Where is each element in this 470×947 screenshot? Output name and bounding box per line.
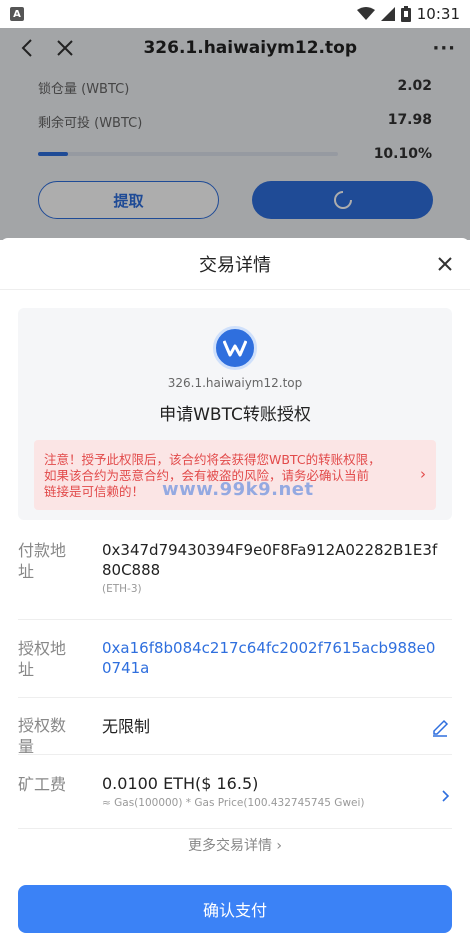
request-title: 申请WBTC转账授权	[159, 405, 311, 425]
edit-icon[interactable]	[430, 717, 450, 737]
more-details-link[interactable]: 更多交易详情 ›	[0, 835, 470, 855]
auth-address-label: 授权地址	[18, 639, 67, 679]
auth-amount-row: 授权数量 无限制	[18, 715, 452, 756]
transaction-sheet: 交易详情 326.1.haiwaiym12.top 申请WBTC转账授权 注意！…	[0, 238, 470, 947]
confirm-pay-button[interactable]: 确认支付	[18, 885, 452, 933]
fee-amount: 0.0100 ETH($ 16.5)	[102, 774, 259, 793]
signal-icon	[380, 7, 395, 21]
chevron-right-icon	[442, 790, 450, 802]
close-icon	[438, 257, 452, 271]
watermark-text: www.99k9.net	[162, 479, 314, 500]
payer-row: 付款地址 0x347d79430394F9e0F8Fa912A02282B1E3…	[18, 540, 452, 620]
warning-line: 注意！授予此权限后，该合约将会获得您WBTC的转账权限，	[44, 452, 381, 467]
chevron-right-icon: ›	[420, 465, 426, 483]
payer-network: (ETH-3)	[102, 583, 142, 595]
fee-row[interactable]: 矿工费 0.0100 ETH($ 16.5) ≈ Gas(100000) * G…	[18, 774, 452, 829]
modal-overlay[interactable]	[0, 28, 470, 240]
payer-value: 0x347d79430394F9e0F8Fa912A02282B1E3f80C8…	[102, 540, 438, 596]
status-bar: A 10:31	[0, 0, 470, 28]
sheet-close-button[interactable]	[432, 251, 458, 277]
dapp-logo-icon	[213, 326, 257, 370]
fee-label: 矿工费	[18, 775, 67, 794]
clock: 10:31	[416, 5, 460, 23]
payer-label: 付款地址	[18, 541, 67, 581]
payer-address: 0x347d79430394F9e0F8Fa912A02282B1E3f80C8…	[102, 541, 438, 579]
dapp-domain: 326.1.haiwaiym12.top	[167, 376, 303, 390]
auth-amount-value: 无限制	[102, 717, 151, 736]
auth-address-row: 授权地址 0xa16f8b084c217c64fc2002f7615acb988…	[18, 638, 452, 698]
fee-value: 0.0100 ETH($ 16.5) ≈ Gas(100000) * Gas P…	[102, 774, 438, 810]
battery-icon	[400, 6, 411, 22]
app-notification-icon: A	[10, 7, 24, 21]
auth-amount-label: 授权数量	[18, 716, 67, 756]
sheet-header: 交易详情	[0, 238, 470, 290]
wifi-icon	[356, 7, 375, 20]
auth-address-link[interactable]: 0xa16f8b084c217c64fc2002f7615acb988e0074…	[102, 638, 438, 678]
sheet-title: 交易详情	[199, 254, 271, 276]
fee-detail: ≈ Gas(100000) * Gas Price(100.432745745 …	[102, 797, 365, 809]
